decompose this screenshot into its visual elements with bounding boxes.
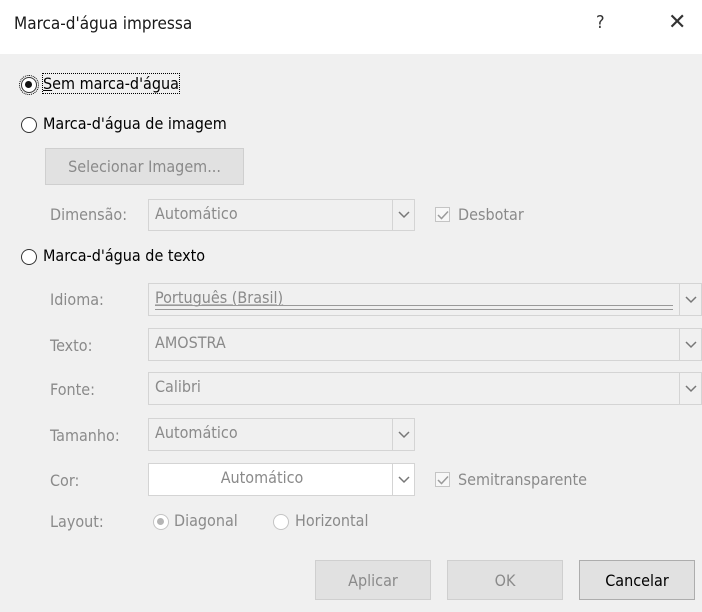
text-value: AMOSTRA bbox=[155, 333, 226, 352]
cancel-label: Cancelar bbox=[605, 570, 669, 590]
text-watermark-label[interactable]: Marca-d'água de texto bbox=[43, 246, 205, 265]
ok-button[interactable]: OK bbox=[447, 560, 563, 600]
no-watermark-label-rest: em marca-d'água bbox=[52, 74, 179, 93]
select-picture-label: Selecionar Imagem... bbox=[68, 157, 221, 176]
radio-text-watermark[interactable] bbox=[21, 249, 37, 265]
layout-label: Layout: bbox=[50, 512, 104, 531]
no-watermark-label-s: S bbox=[43, 74, 53, 93]
radio-picture-watermark[interactable] bbox=[21, 117, 37, 133]
cancel-button[interactable]: Cancelar bbox=[579, 560, 695, 600]
scale-value: Automático bbox=[155, 204, 238, 223]
apply-button[interactable]: Aplicar bbox=[315, 560, 431, 600]
color-label: Cor: bbox=[50, 471, 80, 490]
size-label: Tamanho: bbox=[50, 426, 120, 445]
chevron-down-icon bbox=[392, 464, 414, 495]
text-dropdown[interactable]: AMOSTRA bbox=[148, 328, 702, 361]
title-bar: Marca-d'água impressa ? ✕ bbox=[0, 0, 702, 54]
semitransparent-checkbox[interactable] bbox=[435, 472, 450, 487]
scale-label: Dimensão: bbox=[50, 205, 128, 224]
layout-diagonal-label: Diagonal bbox=[174, 511, 238, 530]
chevron-down-icon bbox=[679, 373, 701, 404]
no-watermark-label[interactable]: Sem marca-d'água bbox=[42, 73, 180, 94]
language-underline bbox=[155, 305, 673, 310]
text-label: Texto: bbox=[50, 336, 93, 355]
radio-layout-horizontal[interactable] bbox=[273, 514, 289, 530]
chevron-down-icon bbox=[679, 329, 701, 360]
font-value: Calibri bbox=[155, 377, 201, 396]
washout-checkbox[interactable] bbox=[435, 207, 450, 222]
layout-horizontal-label: Horizontal bbox=[295, 511, 369, 530]
help-button[interactable]: ? bbox=[596, 12, 605, 33]
size-value: Automático bbox=[155, 423, 238, 442]
close-icon[interactable]: ✕ bbox=[668, 10, 686, 35]
ok-label: OK bbox=[494, 570, 516, 590]
washout-label: Desbotar bbox=[458, 205, 524, 224]
color-value: Automático bbox=[220, 468, 304, 487]
radio-no-watermark[interactable] bbox=[19, 75, 39, 95]
language-label: Idioma: bbox=[50, 290, 104, 309]
size-dropdown[interactable]: Automático bbox=[148, 418, 415, 451]
apply-label: Aplicar bbox=[348, 570, 398, 590]
semitransparent-label: Semitransparente bbox=[458, 470, 588, 489]
radio-layout-diagonal[interactable] bbox=[153, 514, 169, 530]
chevron-down-icon bbox=[679, 284, 701, 315]
select-picture-button[interactable]: Selecionar Imagem... bbox=[45, 148, 244, 185]
check-icon bbox=[436, 475, 449, 485]
check-icon bbox=[436, 210, 449, 220]
chevron-svg bbox=[397, 211, 410, 219]
chevron-down-icon bbox=[392, 419, 414, 450]
picture-watermark-label[interactable]: Marca-d'água de imagem bbox=[43, 114, 227, 133]
chevron-down-icon bbox=[392, 200, 414, 230]
scale-dropdown[interactable]: Automático bbox=[148, 199, 415, 231]
dialog-title: Marca-d'água impressa bbox=[14, 14, 193, 34]
language-dropdown[interactable]: Português (Brasil) bbox=[148, 283, 702, 316]
font-label: Fonte: bbox=[50, 380, 95, 399]
color-dropdown[interactable]: Automático bbox=[148, 463, 415, 496]
font-dropdown[interactable]: Calibri bbox=[148, 372, 702, 405]
